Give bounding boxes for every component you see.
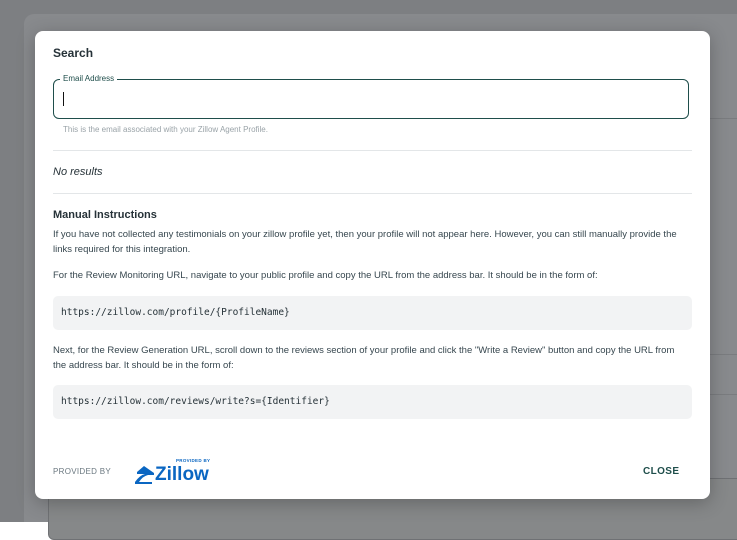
- monitoring-instructions-text: For the Review Monitoring URL, navigate …: [53, 270, 598, 281]
- email-input[interactable]: [63, 88, 673, 110]
- provided-by-label: PROVIDED BY: [53, 467, 111, 476]
- zillow-logo: PROVIDED BY Zillow: [134, 458, 218, 486]
- manual-intro-text: If you have not collected any testimonia…: [53, 229, 677, 255]
- text-cursor: [63, 92, 64, 106]
- dialog-title: Search: [53, 46, 94, 60]
- email-helper-text: This is the email associated with your Z…: [63, 125, 268, 134]
- manual-instructions-title: Manual Instructions: [53, 209, 157, 221]
- zillow-search-dialog: Search Email Address This is the email a…: [35, 31, 710, 499]
- zillow-logo-caption: PROVIDED BY: [176, 458, 211, 463]
- email-field[interactable]: Email Address: [53, 73, 689, 119]
- no-results-text: No results: [53, 166, 103, 178]
- close-button[interactable]: CLOSE: [639, 464, 683, 479]
- divider: [53, 150, 692, 151]
- email-field-label: Email Address: [60, 73, 118, 85]
- generation-url-code: https://zillow.com/reviews/write?s={Iden…: [53, 385, 692, 419]
- monitoring-url-code: https://zillow.com/profile/{ProfileName}: [53, 296, 692, 330]
- zillow-logo-icon: [135, 466, 154, 484]
- generation-instructions-text: Next, for the Review Generation URL, scr…: [53, 345, 675, 371]
- divider: [53, 193, 692, 194]
- zillow-logo-word: Zillow: [155, 464, 209, 485]
